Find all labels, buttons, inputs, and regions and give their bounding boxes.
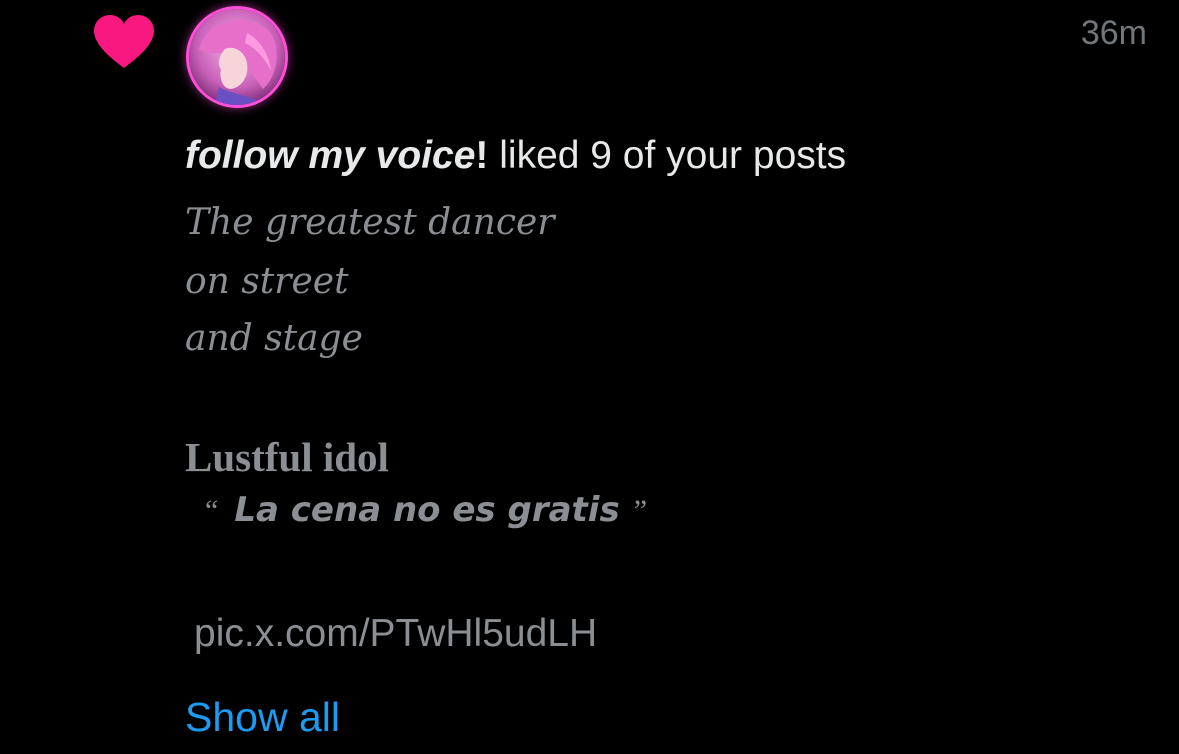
action-text: liked 9 of your posts bbox=[488, 134, 847, 177]
media-link[interactable]: pic.x.com/PTwHl5udLH bbox=[194, 612, 597, 656]
post-line: The greatest dancer bbox=[185, 202, 555, 243]
post-line: and stage bbox=[185, 318, 363, 359]
open-quote-mark: “ bbox=[205, 494, 219, 527]
timestamp: 36m bbox=[1080, 14, 1147, 52]
post-line: on street bbox=[185, 261, 349, 302]
heart-icon bbox=[92, 14, 156, 70]
close-quote-mark: ” bbox=[633, 494, 648, 527]
user-name-suffix: ! bbox=[475, 134, 489, 177]
quote-text: La cena no es gratis bbox=[234, 490, 620, 530]
user-avatar[interactable] bbox=[186, 6, 288, 108]
post-quote: “ La cena no es gratis ” bbox=[205, 490, 647, 530]
show-all-link[interactable]: Show all bbox=[185, 694, 340, 741]
notification-headline: follow my voice! liked 9 of your posts bbox=[185, 134, 846, 178]
post-title: Lustful idol bbox=[185, 434, 389, 480]
user-name-link[interactable]: follow my voice bbox=[185, 134, 475, 177]
